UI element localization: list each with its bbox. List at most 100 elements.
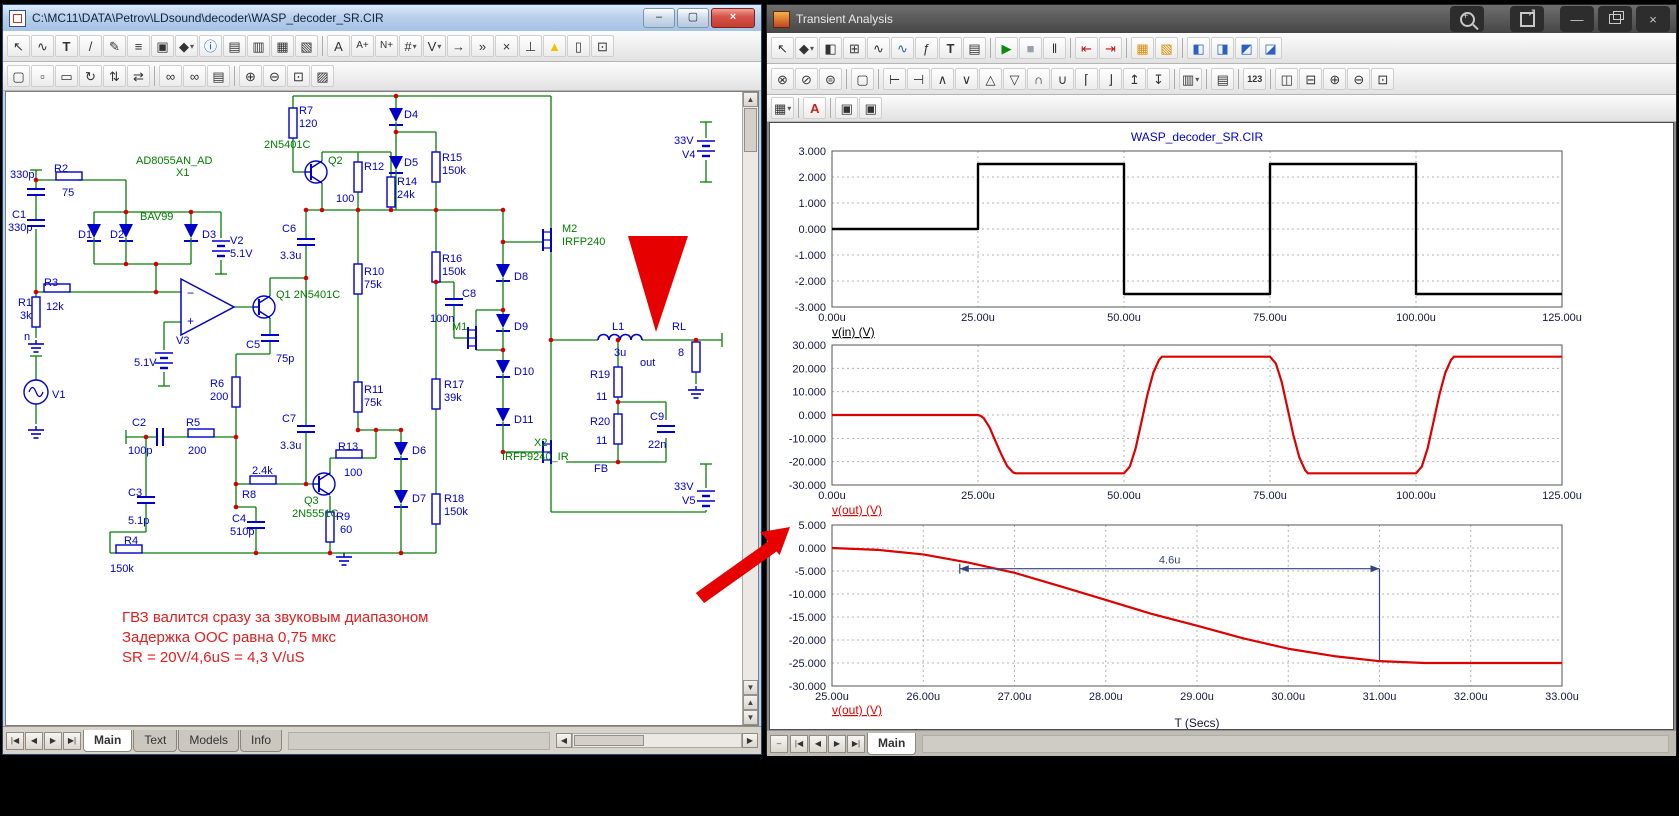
report-button[interactable]: ▤ [1211,68,1235,90]
bottom-button[interactable]: ⌋ [1099,68,1122,90]
maximize-plot-button[interactable]: ◪ [1259,37,1282,59]
layer-back-button[interactable]: ▣ [859,97,883,119]
properties-button[interactable]: ▢ [7,65,30,87]
top-button[interactable]: ⌈ [1075,68,1098,90]
clipboard-dropdown[interactable]: ▥ ▾ [1179,68,1203,90]
go-up-button[interactable]: ↥ [1123,68,1146,90]
properties-button[interactable]: ▤ [963,37,986,59]
find-next-button[interactable]: ∞ [183,65,206,87]
current-toggle[interactable]: → [447,35,470,57]
minimize-overlay-button[interactable]: — [1560,6,1594,32]
tab-main[interactable]: Main [867,732,917,755]
scroll-right-button[interactable]: ▶ [742,733,758,748]
info-button[interactable]: ⓘ [199,35,222,57]
vertical-scroll-thumb[interactable] [744,108,757,152]
minimize-button[interactable]: – [643,8,675,28]
pin-numbers-toggle[interactable]: ⊥ [519,35,542,57]
image-button[interactable]: ▤ [223,35,246,57]
tag-horizontal-mode[interactable]: ∿ [891,37,914,59]
vertical-scroll-track[interactable] [743,153,758,680]
first-tab-button[interactable]: |◀ [790,734,808,753]
horizontal-scroll-thumb[interactable] [574,735,644,746]
graphics-mode[interactable]: ✎ [103,35,126,57]
peak-button[interactable]: ∧ [931,68,954,90]
tab-main[interactable]: Main [83,729,133,752]
go-down-button[interactable]: ↧ [1147,68,1170,90]
waveform-b-button[interactable]: ⊟ [1299,68,1323,90]
cursor-left-button[interactable]: ⇤ [1075,37,1098,59]
zoom-in-button[interactable]: ⊕ [239,65,262,87]
goto-button[interactable]: ▤ [207,65,230,87]
cursor-right-button[interactable]: ⇥ [1099,37,1122,59]
zoom-box-mode[interactable]: ◧ [819,37,842,59]
first-tab-button[interactable]: |◀ [6,731,24,750]
tab-models[interactable]: Models [178,729,240,752]
valley-button[interactable]: ∨ [955,68,978,90]
zoom-auto-button[interactable]: ⊡ [1371,68,1395,90]
tab-text[interactable]: Text [133,729,178,752]
analysis-plot-area[interactable]: 3.000 2.000 1.000 0.000 -1.000 -2.000 -3.000 0.… [769,122,1674,730]
attribute-value-toggle[interactable]: A+ [351,35,374,57]
last-tab-button[interactable]: ▶| [847,734,865,753]
pause-button[interactable]: ‖ [1043,37,1066,59]
cursor-x-button[interactable]: ⊗ [771,68,794,90]
tile-vertical-button[interactable]: ◨ [1211,37,1234,59]
low-button[interactable]: ▽ [1003,68,1026,90]
restore-overlay-button[interactable] [1598,6,1632,32]
overlap-plots-button[interactable]: ◩ [1235,37,1258,59]
scroll-down-button[interactable]: ▼ [743,680,758,695]
zoom-in-button[interactable]: ⊕ [1323,68,1347,90]
tab-info[interactable]: Info [240,729,283,752]
sheet-button[interactable]: ▦ [271,35,294,57]
line-mode[interactable]: / [79,35,102,57]
cursor-y-button[interactable]: ⊘ [795,68,818,90]
page-up-button[interactable]: ▲ [743,695,758,710]
wire-mode[interactable]: ∿ [31,35,54,57]
scroll-up-button[interactable]: ▲ [743,92,758,107]
flip-vertical-button[interactable]: ⇅ [103,65,126,87]
condition-toggle[interactable]: × [495,35,518,57]
prev-tab-button[interactable]: ◀ [809,734,827,753]
select-tool[interactable]: ↖ [771,37,794,59]
find-part-button[interactable]: ⊡ [591,35,614,57]
picture-mode[interactable]: ▣ [151,35,174,57]
cursor-mode[interactable]: ∿ [867,37,890,59]
next-point-button[interactable]: ⊢ [883,68,906,90]
numeric-output-button[interactable]: 123 [1243,68,1267,90]
next-tab-button[interactable]: ▶ [44,731,62,750]
node-voltages-toggle[interactable]: V ▾ [423,35,446,57]
form-button[interactable]: ▥ [247,35,270,57]
open-external-button[interactable] [1510,6,1544,32]
previous-point-button[interactable]: ⊣ [907,68,930,90]
horizontal-scroll-track[interactable] [572,733,742,748]
layer-front-button[interactable]: ▣ [835,97,859,119]
zoom-scale-button[interactable]: ⊡ [287,65,310,87]
flip-horizontal-button[interactable]: ⇄ [127,65,150,87]
tokens-button[interactable]: ▧ [1155,37,1178,59]
text-mode[interactable]: T [55,35,78,57]
select-box-button[interactable]: ▫ [31,65,54,87]
maximize-button[interactable]: ▢ [677,8,709,28]
warning-indicator[interactable]: ▲ [543,35,566,57]
close-overlay-button[interactable]: × [1636,6,1670,32]
inflection-button[interactable]: ∩ [1027,68,1050,90]
graphics-dropdown[interactable]: ◆ ▾ [795,37,818,59]
high-button[interactable]: △ [979,68,1002,90]
note-button[interactable]: ▧ [295,35,318,57]
component-dropdown[interactable]: ◆ ▾ [175,35,198,57]
schematic-horizontal-scrollbar[interactable]: ◀ ▶ [556,733,758,748]
annotate-text-button[interactable]: A [803,97,827,119]
tile-horizontal-button[interactable]: ◧ [1187,37,1210,59]
zoom-overlay-button[interactable] [1450,6,1484,32]
plot-properties-button[interactable]: ▢ [851,68,874,90]
splitter-button[interactable]: – [770,734,788,753]
grid-dropdown[interactable]: ▦ ▾ [771,97,795,119]
power-toggle[interactable]: » [471,35,494,57]
find-button[interactable]: ∞ [159,65,182,87]
round-button[interactable]: ∪ [1051,68,1074,90]
page-down-button[interactable]: ▼ [743,710,758,725]
zoom-out-button[interactable]: ⊖ [1347,68,1371,90]
preview-button[interactable]: ▨ [311,65,334,87]
cursor-tag-button[interactable]: ⊜ [819,68,842,90]
new-page-button[interactable]: ▯ [567,35,590,57]
